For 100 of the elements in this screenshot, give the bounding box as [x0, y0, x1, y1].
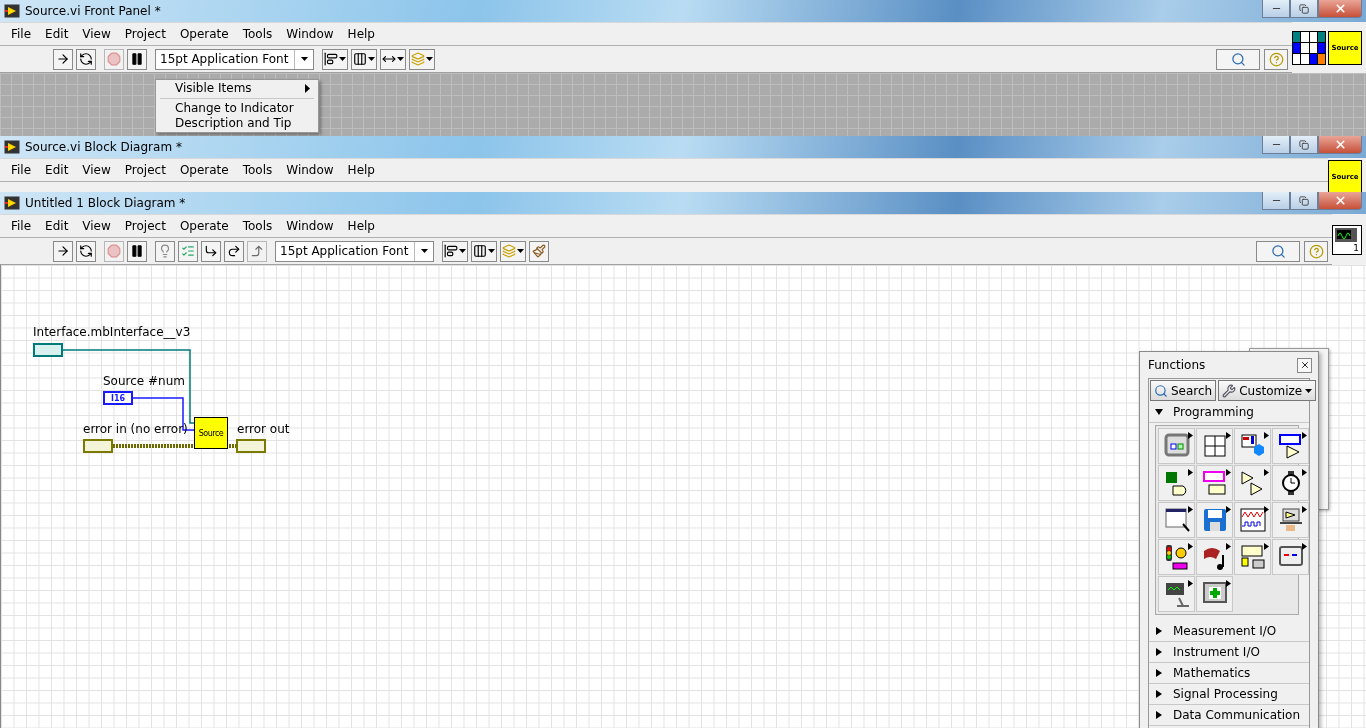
- palette-section[interactable]: Data Communication: [1149, 705, 1309, 726]
- palette-category-button[interactable]: [1158, 502, 1195, 538]
- palette-section[interactable]: Instrument I/O: [1149, 642, 1309, 663]
- menu-item[interactable]: File: [4, 219, 39, 233]
- align-button[interactable]: [322, 48, 349, 70]
- menu-item[interactable]: Help: [340, 27, 382, 41]
- pause-button[interactable]: [127, 240, 147, 262]
- distribute-button[interactable]: [471, 240, 498, 262]
- minimize-button[interactable]: [1262, 0, 1290, 18]
- menu-item[interactable]: Edit: [38, 163, 76, 177]
- menu-item[interactable]: Visible Items: [156, 81, 318, 96]
- menu-item[interactable]: Change to Indicator: [156, 101, 318, 116]
- minimize-button[interactable]: [1262, 136, 1290, 154]
- menu-item[interactable]: File: [4, 27, 39, 41]
- search-button[interactable]: Search: [1150, 380, 1217, 401]
- submenu-arrow-icon: [1188, 580, 1193, 587]
- palette-category-button[interactable]: [1158, 465, 1195, 501]
- run-button[interactable]: [53, 48, 73, 70]
- class-constant-terminal[interactable]: [33, 343, 63, 357]
- menu-item[interactable]: Operate: [172, 27, 236, 41]
- step-into-button[interactable]: [201, 240, 221, 262]
- search-button[interactable]: [1216, 48, 1260, 70]
- close-icon: [1333, 194, 1347, 207]
- resize-button[interactable]: [380, 48, 407, 70]
- restore-button[interactable]: [1290, 136, 1318, 154]
- menu-item[interactable]: Edit: [38, 27, 76, 41]
- palette-category-button[interactable]: [1196, 576, 1233, 612]
- palette-category-button[interactable]: [1196, 539, 1233, 575]
- palette-category-button[interactable]: [1272, 539, 1309, 575]
- pause-button[interactable]: [127, 48, 147, 70]
- menu-item[interactable]: View: [75, 27, 118, 41]
- palette-section[interactable]: Signal Processing: [1149, 684, 1309, 705]
- menu-item[interactable]: Tools: [235, 27, 280, 41]
- cleanup-button[interactable]: [529, 240, 550, 262]
- menu-item[interactable]: Project: [117, 219, 173, 233]
- customize-button[interactable]: Customize: [1218, 380, 1317, 401]
- string-icon: [1200, 469, 1229, 497]
- help-icon: [1308, 243, 1324, 259]
- subvi-node[interactable]: Source: [194, 417, 228, 449]
- help-button[interactable]: [1264, 48, 1288, 70]
- menu-item[interactable]: Operate: [172, 219, 236, 233]
- vi-icon[interactable]: 1: [1332, 224, 1362, 255]
- palette-category-button[interactable]: [1234, 428, 1271, 464]
- palette-category-button[interactable]: [1234, 502, 1271, 538]
- palette-category-button[interactable]: [1272, 502, 1309, 538]
- menu-item[interactable]: Window: [279, 27, 341, 41]
- menu-item[interactable]: Description and Tip: [156, 116, 318, 131]
- font-dropdown[interactable]: 15pt Application Font: [155, 48, 315, 70]
- menu-item[interactable]: Help: [340, 219, 382, 233]
- minimize-button[interactable]: [1262, 192, 1290, 210]
- error-cluster-terminal[interactable]: [83, 439, 113, 453]
- reorder-button[interactable]: [409, 48, 436, 70]
- search-icon: [1230, 51, 1246, 67]
- close-button[interactable]: [1297, 357, 1312, 373]
- connector-pane[interactable]: [1292, 30, 1326, 65]
- menu-item[interactable]: Window: [279, 163, 341, 177]
- palette-category-button[interactable]: [1234, 465, 1271, 501]
- menu-item[interactable]: Tools: [235, 219, 280, 233]
- caret-icon: [368, 57, 376, 61]
- palette-category-button[interactable]: [1272, 428, 1309, 464]
- palette-category-button[interactable]: [1196, 428, 1233, 464]
- menu-item[interactable]: View: [75, 163, 118, 177]
- structure-icon: [1162, 432, 1191, 460]
- palette-category-button[interactable]: [1158, 576, 1195, 612]
- palette-section[interactable]: Measurement I/O: [1149, 621, 1309, 642]
- palette-category-button[interactable]: [1158, 539, 1195, 575]
- menu-item[interactable]: View: [75, 219, 118, 233]
- align-button[interactable]: [442, 240, 469, 262]
- numeric-control-terminal[interactable]: I16: [103, 391, 133, 405]
- palette-section[interactable]: Mathematics: [1149, 663, 1309, 684]
- menu-item[interactable]: Project: [117, 27, 173, 41]
- palette-category-button[interactable]: [1234, 539, 1271, 575]
- reorder-button[interactable]: [500, 240, 527, 262]
- run-continuous-button[interactable]: [76, 240, 96, 262]
- run-button[interactable]: [53, 240, 73, 262]
- lightbulb-icon: [158, 244, 172, 258]
- restore-button[interactable]: [1290, 0, 1318, 18]
- menu-item[interactable]: Window: [279, 219, 341, 233]
- menu-item[interactable]: Edit: [38, 219, 76, 233]
- menu-item[interactable]: Help: [340, 163, 382, 177]
- caret-icon: [488, 249, 496, 253]
- menu-item[interactable]: Project: [117, 163, 173, 177]
- highlight-button[interactable]: [155, 240, 175, 262]
- error-cluster-terminal[interactable]: [236, 439, 266, 453]
- menu-item[interactable]: Tools: [235, 163, 280, 177]
- menu-item[interactable]: File: [4, 163, 39, 177]
- font-dropdown[interactable]: 15pt Application Font: [275, 240, 435, 262]
- distribute-button[interactable]: [351, 48, 378, 70]
- palette-section[interactable]: Programming: [1149, 402, 1309, 423]
- submenu-arrow-icon: [1302, 432, 1307, 439]
- step-over-button[interactable]: [224, 240, 244, 262]
- menu-item[interactable]: Operate: [172, 163, 236, 177]
- stop-icon: [107, 244, 121, 258]
- palette-category-button[interactable]: [1272, 465, 1309, 501]
- caret-icon: [517, 249, 525, 253]
- icon-number: 1: [1353, 242, 1359, 253]
- search-button[interactable]: [1256, 240, 1300, 262]
- help-button[interactable]: [1304, 240, 1328, 262]
- run-continuous-button[interactable]: [76, 48, 96, 70]
- restore-button[interactable]: [1290, 192, 1318, 210]
